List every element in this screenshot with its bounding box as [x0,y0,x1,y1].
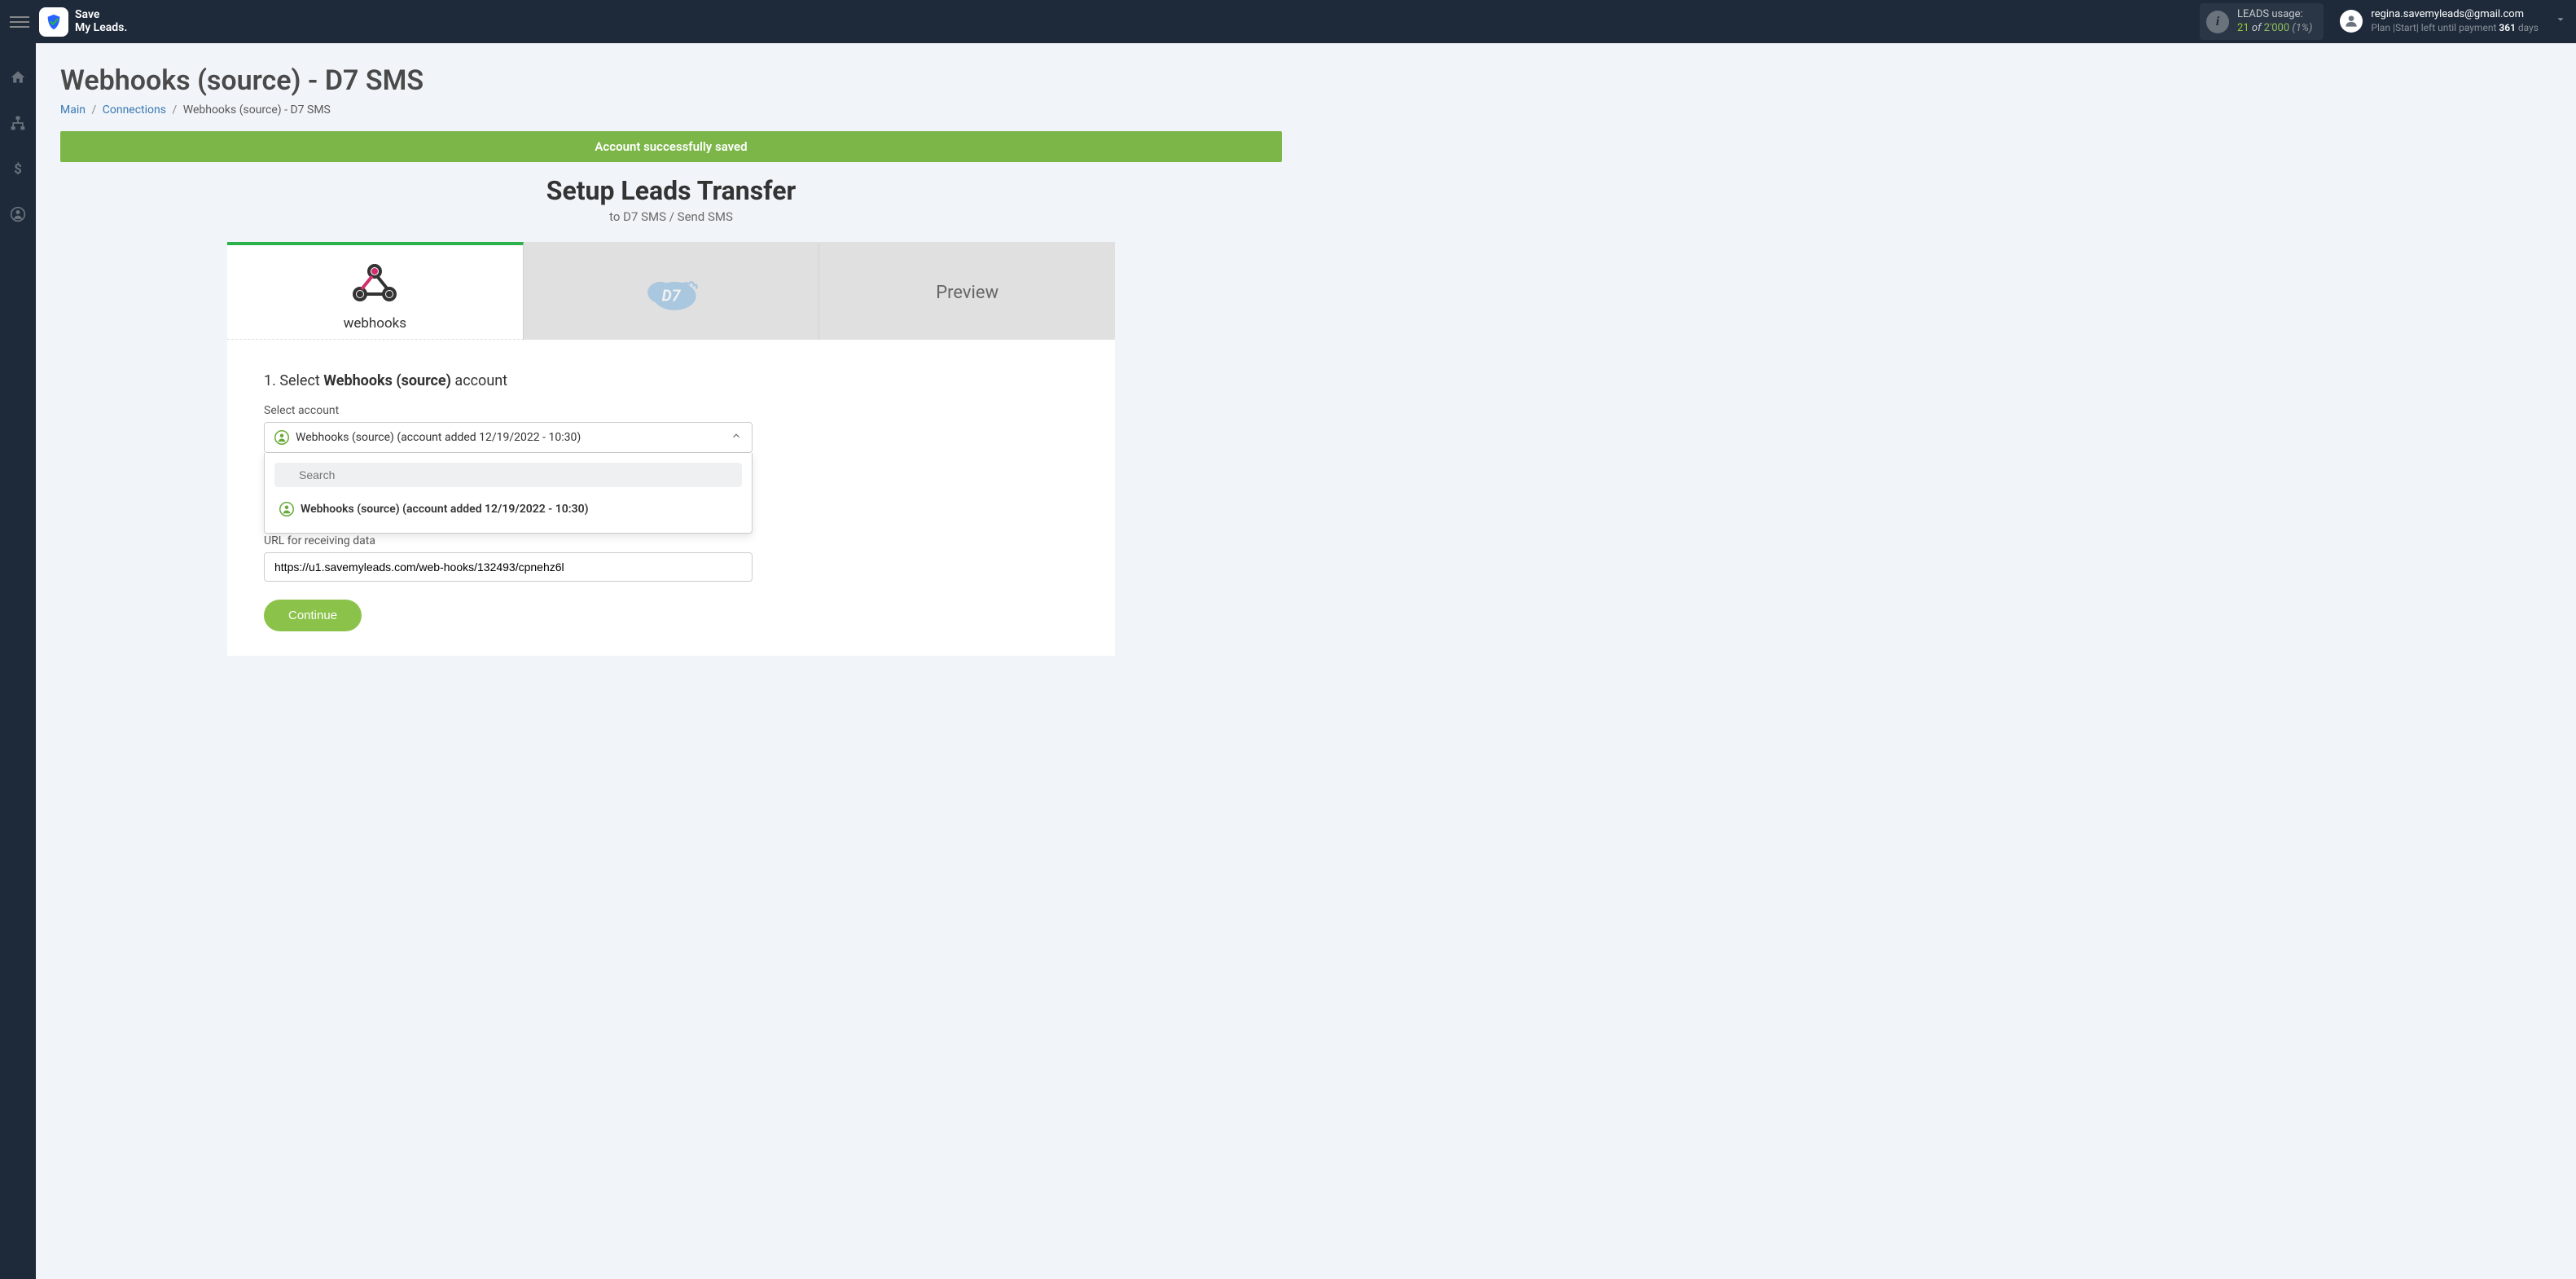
account-option-1[interactable]: Webhooks (source) (account added 12/19/2… [274,495,742,523]
usage-value: 21 of 2'000 (1%) [2237,22,2312,36]
setup-title: Setup Leads Transfer [60,175,1282,206]
sitemap-icon [10,115,26,131]
app-name: Save My Leads. [75,9,127,34]
step-panel: 1. Select Webhooks (source) account Sele… [227,340,1115,656]
svg-text:$: $ [14,162,22,177]
breadcrumb-connections[interactable]: Connections [103,103,166,116]
success-alert: Account successfully saved [60,131,1282,162]
sidebar-home[interactable] [8,68,28,87]
url-label: URL for receiving data [264,534,753,547]
wizard-tabs: webhooks D7 Preview [227,242,1115,340]
account-select[interactable]: Webhooks (source) (account added 12/19/2… [264,422,753,453]
tab-source-label: webhooks [344,315,406,332]
setup-subtitle: to D7 SMS / Send SMS [60,209,1282,224]
tab-preview-label: Preview [936,283,998,303]
avatar-icon [2340,10,2363,33]
home-icon [10,69,26,86]
page-title: Webhooks (source) - D7 SMS [60,64,1282,97]
usage-label: LEADS usage: [2237,8,2312,22]
user-plan: Plan |Start| left until payment 361 days [2371,22,2539,35]
chevron-up-icon [731,430,742,445]
breadcrumb: Main / Connections / Webhooks (source) -… [60,103,1282,116]
account-dropdown: Webhooks (source) (account added 12/19/2… [264,453,753,534]
account-search-input[interactable] [274,463,742,487]
step-1-title: 1. Select Webhooks (source) account [264,372,1078,389]
webhooks-icon [346,253,403,310]
account-icon [274,430,289,445]
tab-source[interactable]: webhooks [227,242,524,340]
breadcrumb-main[interactable]: Main [60,103,86,116]
tab-preview[interactable]: Preview [819,242,1115,340]
tab-destination[interactable]: D7 [524,242,820,340]
url-input[interactable] [264,552,753,582]
dollar-icon: $ [10,160,26,177]
sidebar-billing[interactable]: $ [8,159,28,178]
d7-cloud-icon: D7 [643,264,700,321]
select-account-label: Select account [264,404,1078,417]
continue-button[interactable]: Continue [264,600,362,631]
top-bar: Save My Leads. i LEADS usage: 21 of 2'00… [0,0,2576,43]
svg-text:D7: D7 [662,287,682,305]
user-circle-icon [10,206,26,222]
account-icon [279,502,294,516]
check-shield-icon [45,13,63,31]
sidebar-account[interactable] [8,204,28,224]
sidebar-connections[interactable] [8,113,28,133]
chevron-down-icon[interactable] [2555,14,2566,29]
sidebar: $ [0,43,36,1279]
selected-account-text: Webhooks (source) (account added 12/19/2… [296,431,581,444]
app-logo[interactable] [39,7,68,37]
user-menu[interactable]: regina.savemyleads@gmail.com Plan |Start… [2340,8,2566,34]
leads-usage-box[interactable]: i LEADS usage: 21 of 2'000 (1%) [2200,3,2324,41]
info-icon: i [2206,11,2229,33]
breadcrumb-current: Webhooks (source) - D7 SMS [183,103,331,116]
user-email: regina.savemyleads@gmail.com [2371,8,2539,22]
menu-toggle-button[interactable] [10,12,29,32]
